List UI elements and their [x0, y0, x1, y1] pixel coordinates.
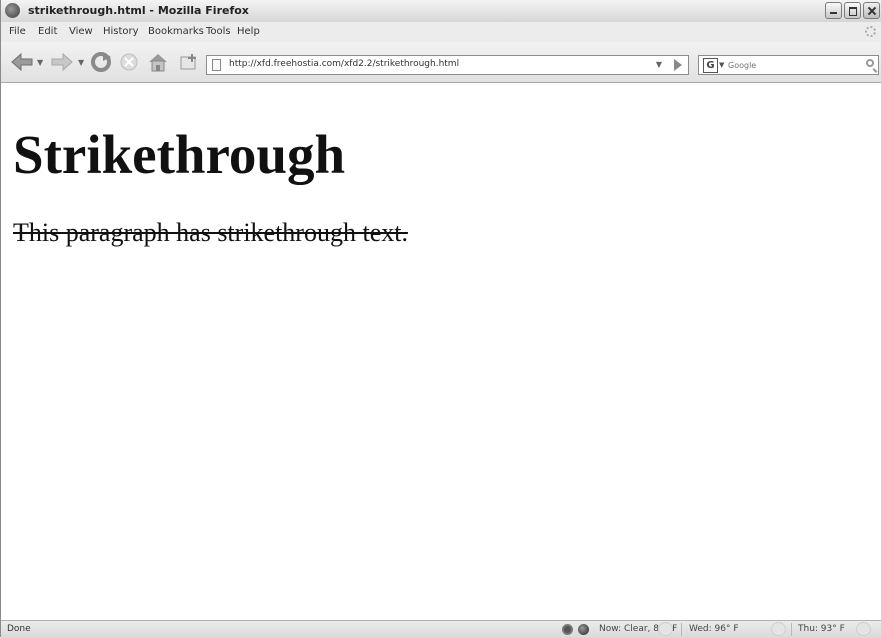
- menu-view[interactable]: View: [69, 26, 93, 37]
- close-button[interactable]: [863, 2, 880, 19]
- partly-cloudy-icon: [771, 622, 786, 636]
- globe-icon[interactable]: [578, 624, 589, 635]
- page-heading: Strikethrough: [13, 124, 346, 185]
- home-icon: [149, 54, 167, 72]
- status-bar: Done Now: Clear, 83° F Wed: 96° F Thu: 9…: [1, 620, 881, 638]
- search-input[interactable]: [728, 58, 856, 72]
- menu-history[interactable]: History: [103, 26, 139, 37]
- activity-throbber-icon: [865, 26, 876, 37]
- weather-wed[interactable]: Wed: 96° F: [689, 624, 739, 634]
- menu-file[interactable]: File: [9, 26, 26, 37]
- menu-bookmarks[interactable]: Bookmarks: [148, 26, 204, 37]
- menu-help[interactable]: Help: [237, 26, 260, 37]
- browser-window: strikethrough.html - Mozilla Firefox Fil…: [0, 0, 881, 638]
- status-separator: [681, 623, 682, 636]
- window-controls: [825, 2, 880, 20]
- google-search-engine-icon[interactable]: G: [703, 58, 718, 73]
- address-bar[interactable]: http://xfd.freehostia.com/xfd2.2/striket…: [206, 55, 689, 75]
- home-button[interactable]: [145, 50, 171, 74]
- search-engine-dropdown-icon[interactable]: ▼: [719, 61, 724, 69]
- page-content: Strikethrough This paragraph has striket…: [1, 83, 881, 620]
- firefox-icon: [5, 3, 20, 18]
- maximize-button[interactable]: [844, 2, 861, 19]
- stop-icon: [120, 53, 138, 71]
- back-arrow-icon: [11, 53, 33, 71]
- status-separator: [791, 623, 792, 636]
- menu-bar: File Edit View History Bookmarks Tools H…: [1, 22, 881, 43]
- menu-tools[interactable]: Tools: [206, 26, 231, 37]
- minimize-button[interactable]: [825, 2, 842, 19]
- stop-button[interactable]: [117, 50, 141, 74]
- url-text[interactable]: http://xfd.freehostia.com/xfd2.2/striket…: [229, 59, 459, 69]
- security-check-icon[interactable]: [562, 624, 573, 635]
- menu-edit[interactable]: Edit: [38, 26, 57, 37]
- go-icon[interactable]: [674, 59, 682, 71]
- forward-history-dropdown-icon[interactable]: ▼: [78, 58, 84, 67]
- window-title: strikethrough.html - Mozilla Firefox: [28, 4, 249, 17]
- weather-thu[interactable]: Thu: 93° F: [798, 624, 845, 634]
- page-icon: [212, 59, 221, 71]
- clear-weather-icon: [658, 622, 673, 636]
- search-icon[interactable]: [866, 59, 874, 67]
- url-history-dropdown-icon[interactable]: ▼: [656, 60, 662, 69]
- partly-cloudy-icon: [856, 622, 871, 636]
- forward-button[interactable]: [49, 50, 75, 74]
- new-tab-icon: [180, 54, 196, 70]
- back-history-dropdown-icon[interactable]: ▼: [37, 58, 43, 67]
- search-bar[interactable]: G ▼: [698, 55, 879, 75]
- back-button[interactable]: [9, 50, 35, 74]
- status-text: Done: [7, 624, 31, 634]
- title-bar[interactable]: strikethrough.html - Mozilla Firefox: [1, 0, 881, 23]
- new-tab-button[interactable]: [177, 50, 201, 74]
- strikethrough-paragraph: This paragraph has strikethrough text.: [13, 218, 408, 247]
- reload-icon: [91, 52, 111, 72]
- forward-arrow-icon: [51, 53, 73, 71]
- reload-button[interactable]: [89, 50, 113, 74]
